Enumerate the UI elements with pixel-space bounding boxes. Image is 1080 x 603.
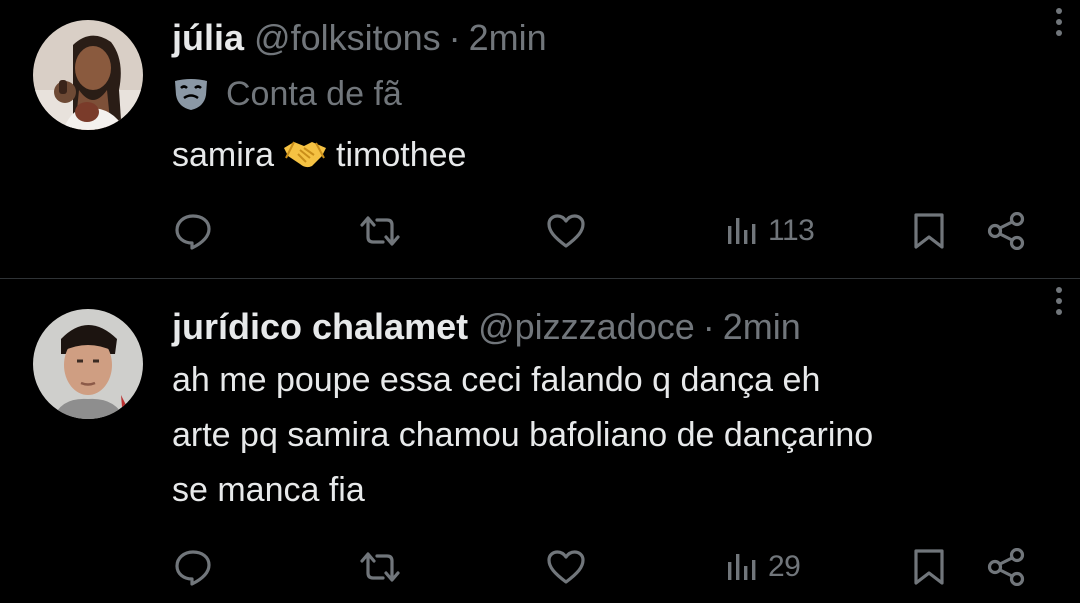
bookmark-button[interactable] xyxy=(912,542,946,592)
reply-button[interactable] xyxy=(174,542,212,592)
like-button[interactable] xyxy=(546,206,586,256)
tweet-text-part: samira xyxy=(172,136,275,174)
display-name[interactable]: júlia xyxy=(172,16,244,60)
fan-account-badge: Conta de fã xyxy=(172,72,1050,116)
like-button[interactable] xyxy=(546,542,586,592)
more-icon[interactable] xyxy=(1052,287,1066,327)
reply-icon xyxy=(175,550,211,586)
views-count: 113 xyxy=(768,214,815,247)
separator-dot: · xyxy=(448,17,461,58)
views-icon xyxy=(728,218,756,244)
action-bar: 29 xyxy=(0,542,1080,592)
user-handle[interactable]: @pizzzadoce xyxy=(478,305,695,349)
retweet-button[interactable] xyxy=(358,206,402,256)
retweet-button[interactable] xyxy=(358,542,402,592)
handshake-emoji xyxy=(282,132,328,187)
badge-label: Conta de fã xyxy=(226,75,402,113)
heart-icon xyxy=(547,214,585,248)
separator-dot: · xyxy=(702,306,715,347)
tweet[interactable]: jurídico chalamet @pizzzadoce · 2min ah … xyxy=(0,279,1080,603)
theater-mask-icon xyxy=(175,79,207,110)
avatar[interactable] xyxy=(33,309,143,419)
bookmark-icon xyxy=(914,549,944,585)
tweet[interactable]: júlia @folksitons · 2min Conta de fã sam… xyxy=(0,0,1080,279)
share-button[interactable] xyxy=(987,542,1027,592)
heart-icon xyxy=(547,550,585,584)
views-icon xyxy=(728,554,756,580)
reply-button[interactable] xyxy=(174,206,212,256)
more-icon[interactable] xyxy=(1052,8,1066,48)
retweet-icon xyxy=(360,216,400,246)
views-count: 29 xyxy=(768,550,801,583)
bookmark-icon xyxy=(914,213,944,249)
share-button[interactable] xyxy=(987,206,1027,256)
retweet-icon xyxy=(360,552,400,582)
timestamp[interactable]: 2min xyxy=(469,16,547,60)
tweet-text: ah me poupe essa ceci falando q dança eh… xyxy=(172,361,874,509)
action-bar: 113 xyxy=(0,206,1080,256)
display-name[interactable]: jurídico chalamet xyxy=(172,305,468,349)
user-handle[interactable]: @folksitons xyxy=(254,16,441,60)
tweet-text: samira timothee xyxy=(172,128,1050,187)
reply-icon xyxy=(175,214,211,250)
timestamp[interactable]: 2min xyxy=(723,305,801,349)
share-icon xyxy=(987,548,1025,586)
tweet-text-part: timothee xyxy=(336,136,467,174)
share-icon xyxy=(987,212,1025,250)
bookmark-button[interactable] xyxy=(912,206,946,256)
views-button[interactable]: 29 xyxy=(726,542,801,592)
views-button[interactable]: 113 xyxy=(726,206,815,256)
avatar[interactable] xyxy=(33,20,143,130)
